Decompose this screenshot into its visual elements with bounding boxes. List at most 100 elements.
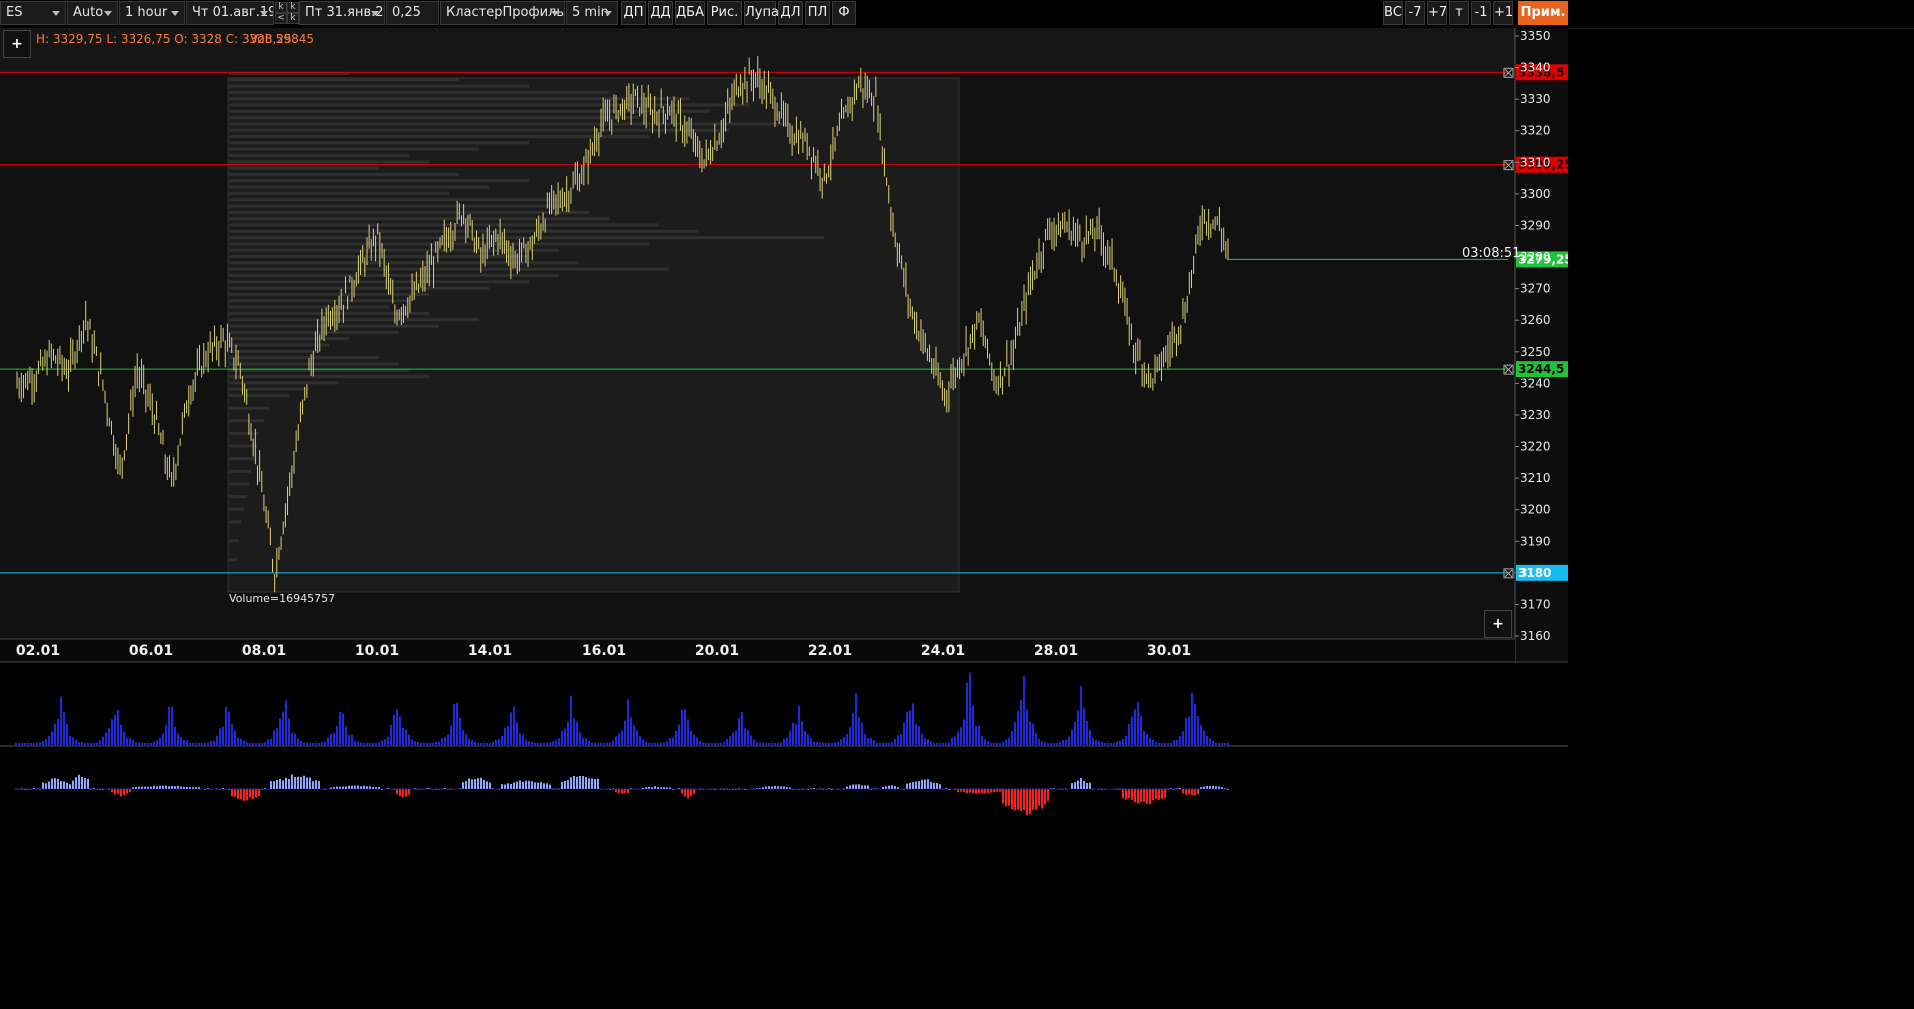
- volume-bar: [735, 730, 737, 745]
- volume-bar: [921, 734, 923, 745]
- volume-bar: [678, 724, 680, 745]
- volume-bar: [396, 709, 398, 745]
- profile-period-select[interactable]: 5 min: [566, 1, 618, 25]
- plus1-button[interactable]: +1: [1493, 1, 1513, 25]
- delta-bar: [1194, 789, 1196, 796]
- volume-bar: [1098, 740, 1100, 745]
- volume-bar: [525, 739, 527, 745]
- delta-bar: [570, 777, 572, 789]
- volume-bar: [573, 718, 575, 745]
- x-tick-label: 02.01: [16, 643, 60, 659]
- dd-button[interactable]: ДД: [648, 1, 673, 25]
- draw-button[interactable]: Рис.: [707, 1, 742, 25]
- pl-button[interactable]: ПЛ: [805, 1, 830, 25]
- volume-bar: [825, 743, 827, 745]
- delta-bar: [894, 786, 896, 789]
- delta-bar: [564, 780, 566, 789]
- volume-bar: [216, 735, 218, 745]
- volume-bar: [1155, 741, 1157, 745]
- volume-bar: [363, 743, 365, 745]
- filter-button[interactable]: Ф: [832, 1, 856, 25]
- volume-bar: [255, 743, 257, 745]
- volume-bar: [555, 739, 557, 745]
- delta-bar: [270, 781, 272, 789]
- delta-bar: [960, 789, 962, 792]
- date-from-select[interactable]: Чт 01.авг.19: [186, 1, 274, 25]
- volume-bar: [603, 743, 605, 745]
- symbol-value: ES: [6, 5, 23, 20]
- delta-bar: [378, 787, 380, 789]
- volume-bar: [33, 743, 35, 745]
- volume-bar: [450, 725, 452, 745]
- delta-bar: [315, 780, 317, 789]
- add-pane-button[interactable]: +: [1484, 610, 1512, 638]
- k1-button[interactable]: k: [275, 2, 287, 13]
- k4-button[interactable]: k: [287, 13, 299, 24]
- delta-bar: [294, 777, 296, 789]
- add-indicator-button[interactable]: +: [3, 30, 31, 58]
- y-tick-label: 3230: [1520, 408, 1551, 422]
- timeframe-select[interactable]: 1 hour: [119, 1, 185, 25]
- dba-button[interactable]: ДБА: [675, 1, 705, 25]
- volume-bar: [621, 730, 623, 745]
- price-chart[interactable]: 3338,53309,253279,253244,531803350334033…: [0, 28, 1568, 828]
- symbol-select[interactable]: ES: [0, 1, 66, 25]
- volume-bar: [510, 712, 512, 745]
- k3-button[interactable]: <: [275, 13, 287, 24]
- delta-bar: [786, 786, 788, 789]
- delta-bar: [1077, 780, 1079, 789]
- plus7-button[interactable]: +7: [1427, 1, 1447, 25]
- volume-bar: [384, 738, 386, 745]
- delta-bar: [354, 785, 356, 789]
- volume-bar: [1017, 711, 1019, 745]
- dl-button[interactable]: ДЛ: [778, 1, 803, 25]
- minus7-button[interactable]: -7: [1405, 1, 1425, 25]
- delta-bar: [510, 784, 512, 789]
- minus1-button[interactable]: -1: [1471, 1, 1491, 25]
- apply-button[interactable]: Прим.: [1518, 1, 1568, 25]
- volume-bar: [447, 734, 449, 745]
- volume-bar: [117, 710, 119, 745]
- volume-bar: [1011, 731, 1013, 745]
- delta-bar: [141, 786, 143, 789]
- profile-bar: [229, 172, 459, 176]
- k2-button[interactable]: k: [287, 2, 299, 13]
- date-to-select[interactable]: Пт 31.янв.20: [299, 1, 385, 25]
- delta-bar: [915, 781, 917, 789]
- volume-bar: [891, 742, 893, 745]
- delta-bar: [927, 779, 929, 789]
- delta-bar: [489, 782, 491, 789]
- delta-bar: [87, 778, 89, 789]
- delta-bar: [627, 789, 629, 793]
- dp-button[interactable]: ДП: [621, 1, 646, 25]
- volume-bar: [207, 742, 209, 745]
- tick-size-input[interactable]: 0,25: [386, 1, 439, 25]
- profile-bar: [229, 90, 609, 94]
- volume-bar: [1179, 736, 1181, 745]
- profile-bar: [229, 375, 429, 379]
- volume-bar: [705, 743, 707, 745]
- t-button[interactable]: т: [1449, 1, 1469, 25]
- profile-bar: [229, 166, 379, 170]
- delta-bar: [621, 789, 623, 794]
- chart-type-select[interactable]: КластерПрофиль: [440, 1, 565, 25]
- delta-bar: [486, 781, 488, 789]
- volume-bar: [582, 737, 584, 745]
- volume-bar: [90, 743, 92, 745]
- vs-button[interactable]: ВС: [1383, 1, 1403, 25]
- volume-bar: [126, 737, 128, 745]
- volume-bar: [1182, 731, 1184, 745]
- volume-bar: [1167, 743, 1169, 745]
- delta-bar: [117, 789, 119, 794]
- volume-bar: [591, 742, 593, 745]
- delta-bar: [1047, 789, 1049, 802]
- mode-select[interactable]: Auto: [67, 1, 118, 25]
- magnifier-button[interactable]: Лупа: [744, 1, 779, 25]
- volume-bar: [1080, 686, 1082, 745]
- volume-bar: [936, 743, 938, 745]
- profile-bar: [229, 109, 709, 113]
- volume-bar: [141, 743, 143, 745]
- volume-bar: [345, 726, 347, 745]
- volume-bar: [249, 743, 251, 745]
- volume-bar: [291, 732, 293, 745]
